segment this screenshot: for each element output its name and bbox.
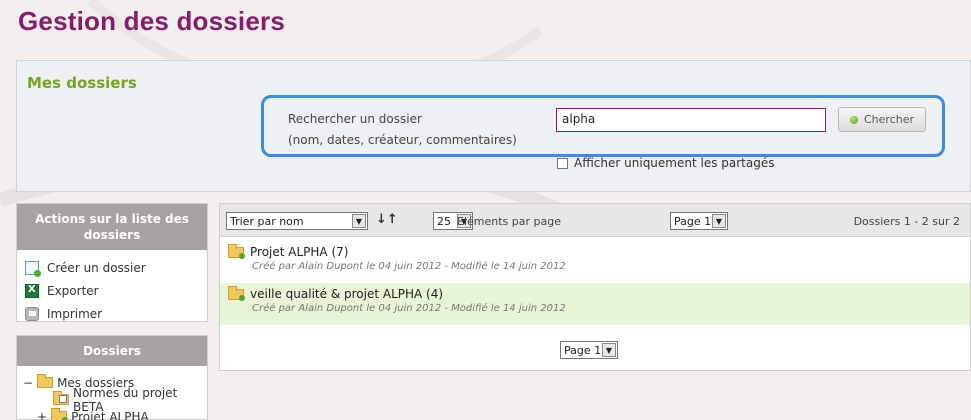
search-button-icon (849, 115, 858, 124)
actions-title: Actions sur la liste des dossiers (17, 204, 207, 250)
search-label: Rechercher un dossier (288, 112, 422, 126)
folders-panel: Dossiers − Mes dossiers Normes du projet… (16, 335, 208, 420)
search-sublabel: (nom, dates, créateur, commentaires) (288, 133, 517, 147)
collapse-icon[interactable]: − (23, 376, 33, 390)
export-action[interactable]: Exporter (17, 279, 207, 302)
shared-only-checkbox[interactable] (557, 157, 568, 169)
folders-title: Dossiers (17, 336, 207, 366)
folder-shared-icon (228, 285, 245, 301)
folder-row[interactable]: Projet ALPHA (7) Créé par Alain Dupont l… (220, 241, 970, 283)
folder-shared-icon (228, 243, 245, 259)
sort-direction-icon[interactable]: ↓↑ (376, 212, 398, 227)
search-button-label: Chercher (863, 113, 914, 126)
shared-only-label: Afficher uniquement les partagés (574, 156, 775, 170)
folder-document-icon (53, 391, 69, 405)
folder-row[interactable]: veille qualité & projet ALPHA (4) Créé p… (220, 283, 970, 325)
excel-icon (25, 283, 39, 298)
per-page-label: Eléments par page (457, 215, 561, 228)
folder-meta: Créé par Alain Dupont le 04 juin 2012 - … (252, 261, 566, 272)
search-button[interactable]: Chercher (838, 107, 926, 132)
export-label: Exporter (47, 283, 99, 298)
list-toolbar: Trier par nom ▼ ↓↑ 25 ▼ Eléments par pag… (220, 204, 970, 237)
printer-icon (25, 306, 39, 321)
chevron-down-icon: ▼ (602, 343, 616, 357)
new-document-icon (25, 260, 41, 277)
page-title: Gestion des dossiers (18, 6, 285, 36)
print-label: Imprimer (47, 306, 103, 321)
folder-shared-icon (51, 408, 69, 420)
folder-title[interactable]: Projet ALPHA (7) (250, 245, 348, 259)
folder-title[interactable]: veille qualité & projet ALPHA (4) (250, 287, 443, 301)
folder-open-icon (37, 374, 54, 388)
result-count: Dossiers 1 - 2 sur 2 (853, 215, 960, 228)
sort-select-value: Trier par nom (230, 214, 304, 228)
page-select-top-value: Page 1 (674, 214, 712, 228)
page-select-top[interactable]: Page 1 ▼ (670, 212, 728, 230)
chevron-down-icon: ▼ (352, 214, 366, 228)
search-panel-title: Mes dossiers (27, 74, 137, 92)
search-box: Rechercher un dossier (nom, dates, créat… (261, 95, 945, 157)
create-folder-label: Créer un dossier (47, 260, 146, 275)
folder-list-panel: Trier par nom ▼ ↓↑ 25 ▼ Eléments par pag… (219, 203, 971, 371)
create-folder-action[interactable]: Créer un dossier (17, 256, 207, 279)
actions-panel: Actions sur la liste des dossiers Créer … (16, 203, 208, 322)
tree-item-alpha-label: Projet ALPHA (71, 409, 149, 420)
per-page-value: 25 (437, 214, 451, 228)
expand-icon[interactable]: + (37, 410, 47, 420)
shared-only-option[interactable]: Afficher uniquement les partagés (557, 156, 775, 170)
page-select-bottom-value: Page 1 (564, 343, 602, 357)
tree-item-beta[interactable]: Normes du projet BETA (23, 386, 201, 414)
folder-meta: Créé par Alain Dupont le 04 juin 2012 - … (252, 303, 566, 314)
sort-select[interactable]: Trier par nom ▼ (226, 212, 368, 230)
chevron-down-icon: ▼ (712, 214, 726, 228)
print-action[interactable]: Imprimer (17, 302, 207, 325)
folders-tree: − Mes dossiers Normes du projet BETA + P… (17, 366, 207, 420)
page-select-bottom[interactable]: Page 1 ▼ (560, 341, 618, 359)
search-panel: Mes dossiers Rechercher un dossier (nom,… (16, 60, 971, 192)
search-input[interactable]: alpha (556, 108, 826, 132)
